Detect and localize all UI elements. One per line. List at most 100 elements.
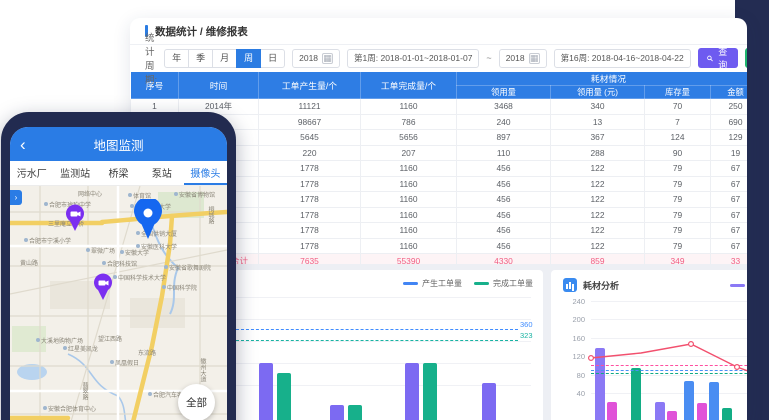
table-cell: 456 [457,238,551,254]
poi-dot-icon [120,250,124,254]
workorder-chart-panel: 产生工单量完成工单量 360323 [226,270,543,420]
bar-产生工单量 [259,363,273,420]
year-to-value: 2018 [506,53,525,63]
table-cell: 1160 [361,223,457,239]
table-cell: 1160 [361,192,457,208]
table-cell: 122 [551,176,645,192]
table-cell: 129 [711,130,748,146]
poi-dot-icon [43,406,47,410]
group-col-header: 领用量 (元) [551,86,645,99]
period-segment-周[interactable]: 周 [236,49,261,68]
table-cell: 1778 [259,223,361,239]
query-button[interactable]: 查询 [698,48,738,68]
group-header: 耗材情况 [457,72,748,86]
table-cell: 1778 [259,238,361,254]
breadcrumb-text: 数据统计 / 维修报表 [155,24,248,39]
table-cell: 90 [645,145,711,161]
map-expander-button[interactable]: › [10,190,22,205]
camera-pin-icon[interactable] [92,273,114,301]
table-cell: 79 [645,223,711,239]
col-header: 工单产生量/个 [259,72,361,99]
week-to-input[interactable]: 第16周: 2018-04-16~2018-04-22 [554,49,691,68]
trend-line [551,270,747,402]
table-cell: 1778 [259,176,361,192]
period-segment-月[interactable]: 月 [212,49,237,68]
table-cell: 456 [457,161,551,177]
selected-location-pin[interactable] [131,199,165,241]
table-cell: 456 [457,223,551,239]
table-cell: 67 [711,161,748,177]
table-cell: 67 [711,207,748,223]
bar [607,402,617,420]
group-col-header: 领用量 [457,86,551,99]
table-cell: 220 [259,145,361,161]
map-label: 徽州大道 [198,358,207,382]
phone-tab-bar: 污水厂监测站桥梁泵站摄像头 [10,161,227,186]
export-excel-button[interactable]: 导出Excel [745,48,747,68]
group-col-header: 金额 [711,86,748,99]
table-cell: 79 [645,207,711,223]
week-from-input[interactable]: 第1周: 2018-01-01~2018-01-07 [347,49,479,68]
table-cell: 19 [711,145,748,161]
map-label: 中国科学技术大学 [113,273,166,282]
poi-dot-icon [110,360,114,364]
year-from-value: 2018 [299,53,318,63]
week-from-value: 第1周: 2018-01-01~2018-01-07 [354,52,472,64]
map-label: 合肥市宁溪小学 [24,236,71,245]
map-label: 东流路 [138,348,156,357]
workorder-bar-chart: 360323 [226,270,543,420]
gridline [236,363,531,364]
table-cell: 5656 [361,130,457,146]
period-segment-季[interactable]: 季 [188,49,213,68]
gridline [236,319,531,320]
table-cell: 79 [645,238,711,254]
reference-label: 360 [520,320,533,329]
camera-pin-icon[interactable] [64,204,86,232]
phone-screen: ‹ 地图监测 污水厂监测站桥梁泵站摄像头 [10,127,227,420]
phone-tab-监测站[interactable]: 监测站 [53,161,96,185]
period-segment-日[interactable]: 日 [260,49,285,68]
bar-完成工单量 [277,373,291,420]
range-tilde: ~ [486,53,491,63]
year-from-select[interactable]: 2018 ▦ [292,49,340,68]
year-to-select[interactable]: 2018 ▦ [499,49,547,68]
filter-toolbar: 统计周期: 年季月周日 2018 ▦ 第1周: 2018-01-01~2018-… [130,45,747,71]
map-label: 安徽合肥体育中心 [43,404,96,413]
bar [667,411,677,420]
map-label: 安徽省歌舞剧院 [164,263,211,272]
table-cell: 288 [551,145,645,161]
map-label: 安徽大学 [120,248,149,257]
table-cell: 5645 [259,130,361,146]
poi-dot-icon [162,285,166,289]
phone-tab-桥梁[interactable]: 桥梁 [97,161,140,185]
table-cell: 250 [711,99,748,115]
table-cell: 456 [457,207,551,223]
map-view[interactable]: 网络中心合肥市琥珀中学体育馆安徽农业大学安徽省博物馆桐城路三里庵立交桥全国供销大… [10,186,227,420]
bar-产生工单量 [330,405,344,420]
table-cell: 122 [551,238,645,254]
bar [655,402,665,420]
table-cell: 207 [361,145,457,161]
poi-dot-icon [44,202,48,206]
table-cell: 3468 [457,99,551,115]
period-segment-年[interactable]: 年 [164,49,189,68]
back-chevron-icon[interactable]: ‹ [20,136,26,153]
table-cell: 1778 [259,161,361,177]
poi-dot-icon [148,392,152,396]
table-cell: 1160 [361,161,457,177]
table-cell: 79 [645,161,711,177]
table-cell: 690 [711,114,748,130]
phone-tab-污水厂[interactable]: 污水厂 [10,161,53,185]
phone-tab-泵站[interactable]: 泵站 [140,161,183,185]
map-label: 翠微广场 [86,246,115,255]
phone-tab-摄像头[interactable]: 摄像头 [184,161,227,185]
map-filter-all-button[interactable]: 全部 [178,384,215,420]
query-button-label: 查询 [717,45,729,71]
poi-dot-icon [102,261,106,265]
table-cell: 1160 [361,99,457,115]
table-header: 序号时间工单产生量/个工单完成量/个耗材情况领用量领用量 (元)库存量金额 [131,72,748,99]
table-cell: 1160 [361,238,457,254]
map-label: 凤凰假日 [110,358,139,367]
map-label: 合肥科技馆 [102,259,137,268]
table-cell: 7 [645,114,711,130]
